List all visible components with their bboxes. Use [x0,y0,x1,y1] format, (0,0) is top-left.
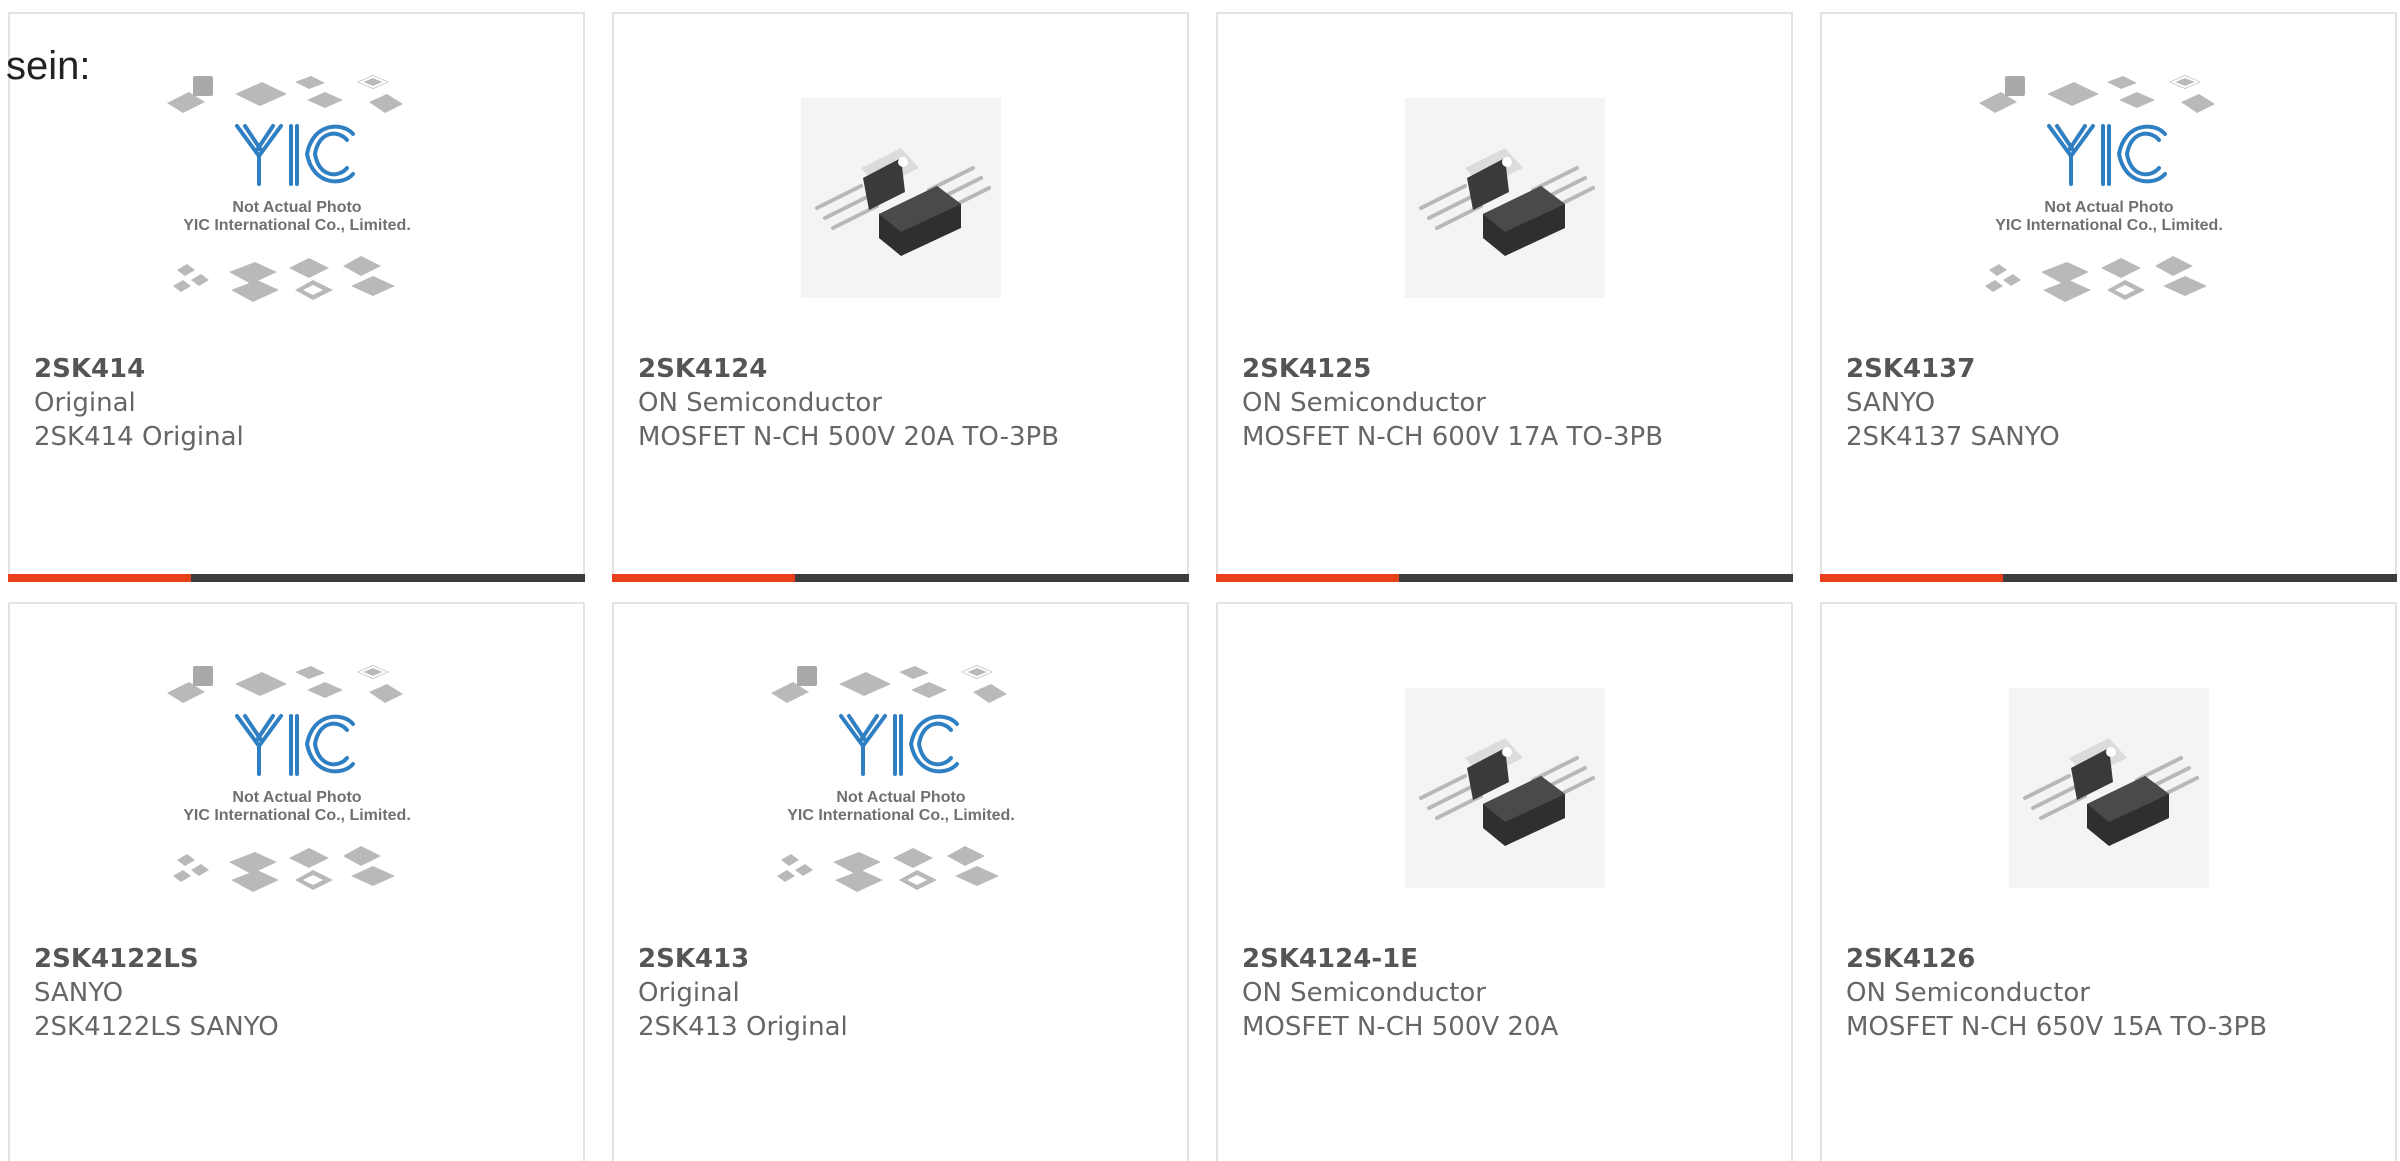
part-number-link[interactable]: 2SK4137 [1846,352,2379,386]
card-accent-bar [612,574,795,582]
card-bottom-bar [8,574,585,582]
product-card[interactable]: Not Actual Photo YIC International Co., … [8,12,585,582]
product-info: 2SK4122LS SANYO 2SK4122LS SANYO [34,942,567,1044]
product-thumbnail[interactable] [1959,648,2259,948]
product-info: 2SK4126 ON Semiconductor MOSFET N-CH 650V … [1846,942,2379,1044]
placeholder-caption-line2: YIC International Co., Limited. [1995,217,2223,234]
product-card[interactable]: Not Actual Photo YIC International Co., … [8,602,585,1161]
description-text: MOSFET N-CH 500V 20A TO-3PB [638,422,1060,452]
placeholder-chip-image: Not Actual Photo YIC International Co., … [1978,75,2223,302]
card-bottom-bar [1216,574,1793,582]
placeholder-caption-line1: Not Actual Photo [836,789,965,806]
product-card[interactable]: Not Actual Photo YIC International Co., … [1820,12,2397,582]
card-bottom-bar [1820,574,2397,582]
product-thumbnail[interactable]: Not Actual Photo YIC International Co., … [147,648,447,948]
placeholder-caption-line1: Not Actual Photo [232,789,361,806]
to3p-transistor-image [1404,98,1605,298]
part-number-link[interactable]: 2SK413 [638,942,1171,976]
placeholder-chip-image: Not Actual Photo YIC International Co., … [166,75,411,302]
to3p-transistor-image [2008,688,2209,888]
product-card[interactable]: 2SK4124-1E ON Semiconductor MOSFET N-CH 50… [1216,602,1793,1161]
placeholder-chip-image: Not Actual Photo YIC International Co., … [770,665,1015,892]
part-number-link[interactable]: 2SK4124-1E [1242,942,1775,976]
product-thumbnail[interactable] [1355,648,1655,948]
description-text: 2SK413 Original [638,1012,848,1042]
part-number-link[interactable]: 2SK4122LS [34,942,567,976]
description-text: MOSFET N-CH 650V 15A TO-3PB [1846,1012,2268,1042]
placeholder-caption-line2: YIC International Co., Limited. [183,807,411,824]
manufacturer-text: Original [638,978,740,1008]
description-text: MOSFET N-CH 500V 20A [1242,1012,1559,1042]
product-card[interactable]: 2SK4126 ON Semiconductor MOSFET N-CH 650V … [1820,602,2397,1161]
product-thumbnail[interactable]: Not Actual Photo YIC International Co., … [147,58,447,358]
product-info: 2SK4137 SANYO 2SK4137 SANYO [1846,352,2379,454]
to3p-transistor-image [800,98,1001,298]
product-thumbnail[interactable]: Not Actual Photo YIC International Co., … [1959,58,2259,358]
product-info: 2SK4125 ON Semiconductor MOSFET N-CH 600V … [1242,352,1775,454]
manufacturer-text: ON Semiconductor [1846,978,2090,1008]
to3p-transistor-image [1404,688,1605,888]
product-card[interactable]: 2SK4124 ON Semiconductor MOSFET N-CH 500V … [612,12,1189,582]
part-number-link[interactable]: 2SK414 [34,352,567,386]
description-text: MOSFET N-CH 600V 17A TO-3PB [1242,422,1664,452]
card-accent-bar [1820,574,2003,582]
description-text: 2SK414 Original [34,422,244,452]
description-text: 2SK4137 SANYO [1846,422,2060,452]
product-card[interactable]: 2SK4125 ON Semiconductor MOSFET N-CH 600V … [1216,12,1793,582]
product-info: 2SK413 Original 2SK413 Original [638,942,1171,1044]
part-number-link[interactable]: 2SK4126 [1846,942,2379,976]
card-accent-bar [8,574,191,582]
product-info: 2SK4124 ON Semiconductor MOSFET N-CH 500V … [638,352,1171,454]
placeholder-caption-line2: YIC International Co., Limited. [787,807,1015,824]
placeholder-caption-line2: YIC International Co., Limited. [183,217,411,234]
part-number-link[interactable]: 2SK4124 [638,352,1171,386]
product-thumbnail[interactable] [751,58,1051,358]
manufacturer-text: Original [34,388,136,418]
manufacturer-text: ON Semiconductor [1242,978,1486,1008]
product-grid-page: sein: Not Actual Photo YIC International… [0,0,2400,1161]
placeholder-caption-line1: Not Actual Photo [2044,199,2173,216]
manufacturer-text: SANYO [34,978,124,1008]
product-thumbnail[interactable]: Not Actual Photo YIC International Co., … [751,648,1051,948]
product-info: 2SK414 Original 2SK414 Original [34,352,567,454]
manufacturer-text: SANYO [1846,388,1936,418]
card-accent-bar [1216,574,1399,582]
manufacturer-text: ON Semiconductor [1242,388,1486,418]
intro-text: sein: [6,44,91,88]
placeholder-chip-image: Not Actual Photo YIC International Co., … [166,665,411,892]
description-text: 2SK4122LS SANYO [34,1012,279,1042]
product-card[interactable]: Not Actual Photo YIC International Co., … [612,602,1189,1161]
manufacturer-text: ON Semiconductor [638,388,882,418]
card-bottom-bar [612,574,1189,582]
product-thumbnail[interactable] [1355,58,1655,358]
product-info: 2SK4124-1E ON Semiconductor MOSFET N-CH 50… [1242,942,1775,1044]
placeholder-caption-line1: Not Actual Photo [232,199,361,216]
part-number-link[interactable]: 2SK4125 [1242,352,1775,386]
